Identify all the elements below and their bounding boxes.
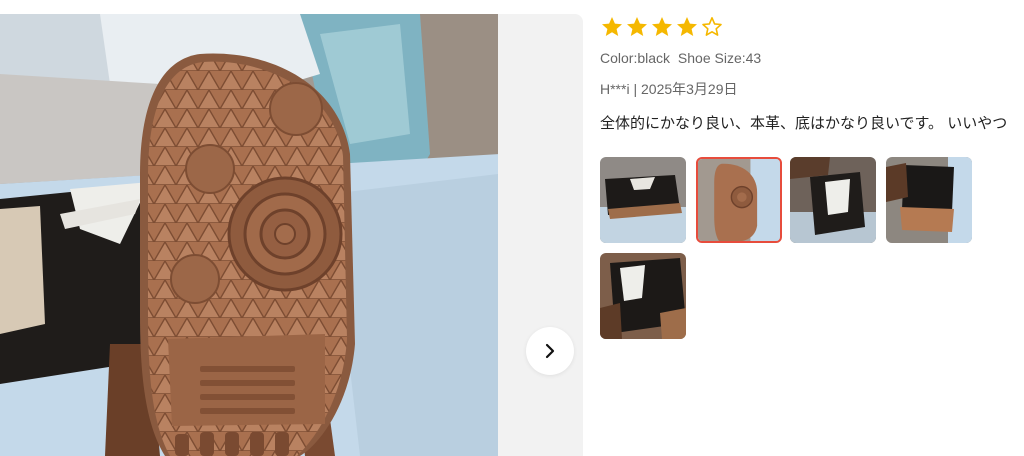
author-date-line: H***i | 2025年3月29日	[600, 80, 1024, 98]
review-thumbnail[interactable]	[886, 157, 972, 243]
image-viewer	[0, 14, 583, 456]
author-name: H***i	[600, 81, 630, 97]
sku-info: Color:black Shoe Size:43	[600, 49, 1024, 67]
star-filled-icon	[677, 17, 697, 36]
review-text: 全体的にかなり良い、本革、底はかなり良いです。 いいやつ	[600, 115, 1008, 132]
review-thumbnail[interactable]	[600, 157, 686, 243]
next-image-button[interactable]	[526, 327, 574, 375]
thumbnail-image	[790, 157, 876, 243]
thumbnail-image	[600, 157, 686, 243]
color-label: Color:black	[600, 50, 671, 66]
star-filled-icon	[627, 17, 647, 36]
thumbnail-image	[600, 253, 686, 339]
star-empty-icon	[702, 17, 722, 36]
chevron-right-icon	[545, 343, 555, 359]
review-thumbnail[interactable]	[600, 253, 686, 339]
thumbnail-image	[698, 159, 780, 241]
thumbnail-image	[886, 157, 972, 243]
review-thumbnail[interactable]	[790, 157, 876, 243]
review-panel: Color:black Shoe Size:43 H***i | 2025年3月…	[600, 14, 1024, 339]
review-date: 2025年3月29日	[641, 81, 738, 97]
shoe-sole-photo	[0, 14, 498, 456]
size-label: Shoe Size:43	[677, 50, 762, 66]
main-review-photo	[0, 14, 498, 456]
review-thumbnail-selected[interactable]	[696, 157, 782, 243]
star-filled-icon	[652, 17, 672, 36]
star-filled-icon	[602, 17, 622, 36]
star-rating	[600, 14, 1024, 40]
separator: |	[633, 81, 638, 97]
